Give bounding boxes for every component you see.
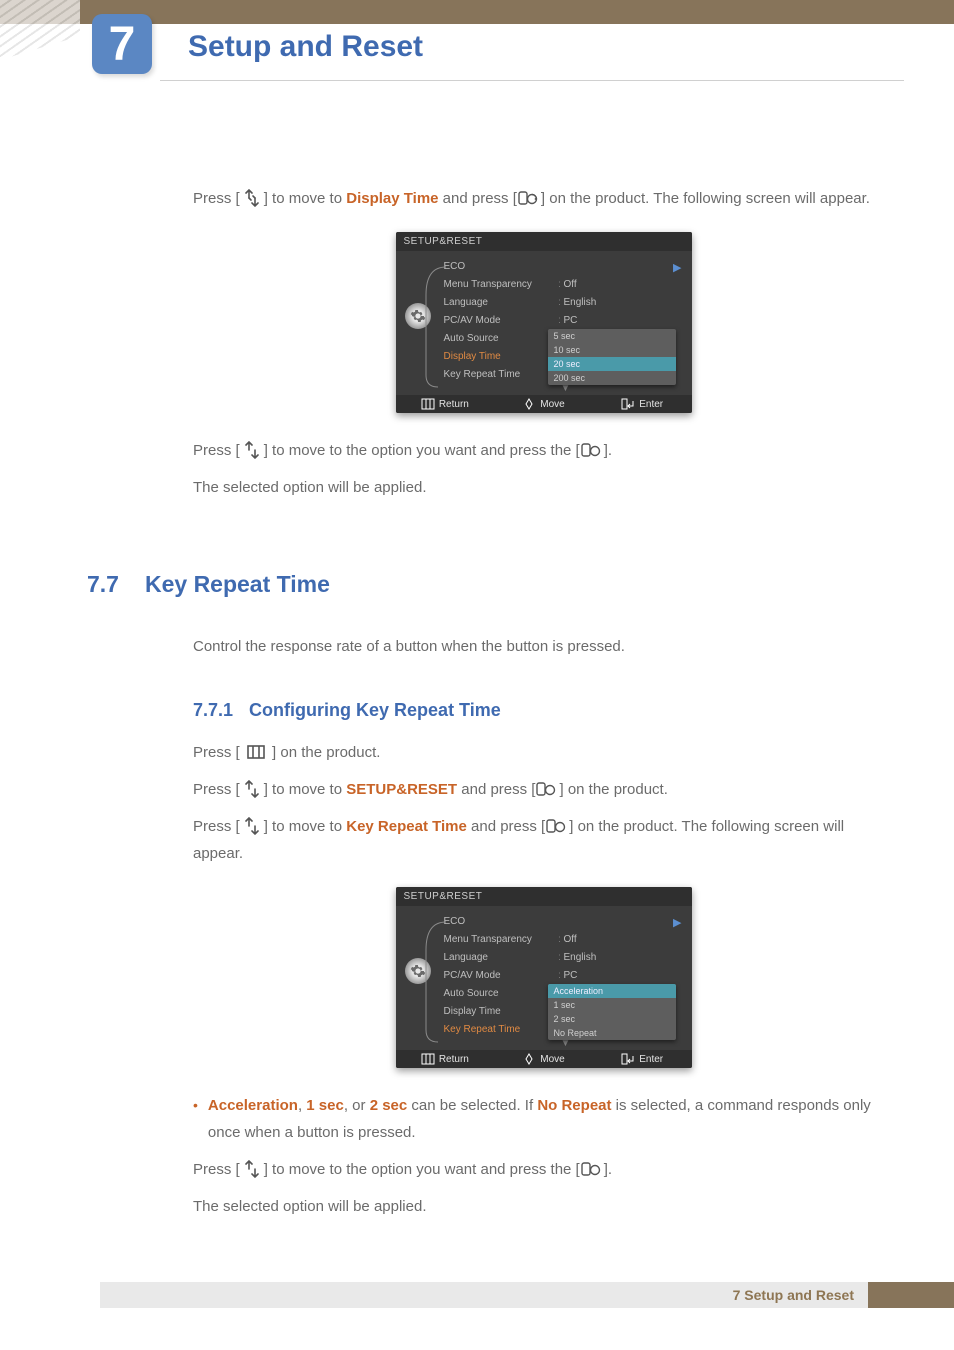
option-2sec: 2 sec bbox=[370, 1097, 408, 1114]
key-repeat-options-note: • Acceleration, 1 sec, or 2 sec can be s… bbox=[193, 1092, 894, 1146]
enter-ring-icon bbox=[517, 189, 541, 207]
enter-ring-icon bbox=[580, 441, 604, 459]
osd-move-hint: Move bbox=[494, 1053, 593, 1065]
dropdown-option: 2 sec bbox=[548, 1012, 676, 1026]
step-2: Press [] to move to SETUP&RESET and pres… bbox=[193, 776, 894, 803]
menu-button-icon bbox=[244, 743, 268, 761]
display-time-ref: Display Time bbox=[346, 190, 438, 207]
osd-enter-hint: Enter bbox=[593, 398, 692, 410]
updown-diamond-icon bbox=[522, 398, 536, 410]
chapter-badge: 7 bbox=[92, 14, 152, 74]
osd-row-label: Language bbox=[444, 952, 556, 963]
diagonal-decoration bbox=[0, 0, 80, 60]
setup-reset-ref: SETUP&RESET bbox=[346, 781, 457, 798]
instruction-applied-2: The selected option will be applied. bbox=[193, 1193, 894, 1220]
enter-ring-icon bbox=[580, 1160, 604, 1178]
osd-enter-hint: Enter bbox=[593, 1053, 692, 1065]
enter-ring-icon bbox=[535, 780, 559, 798]
osd-row-label: ECO bbox=[444, 916, 556, 927]
osd-row-value: PC bbox=[564, 315, 688, 326]
osd-row-label: Auto Source bbox=[444, 988, 556, 999]
instruction-select-option-2: Press [] to move to the option you want … bbox=[193, 1156, 894, 1183]
option-no-repeat: No Repeat bbox=[537, 1097, 611, 1114]
menu-icon bbox=[421, 1053, 435, 1065]
footer-accent bbox=[868, 1282, 954, 1308]
up-down-icon bbox=[240, 817, 264, 835]
osd-header: SETUP&RESET bbox=[396, 232, 692, 251]
osd-row-label-selected: Display Time bbox=[444, 351, 556, 362]
up-down-icon bbox=[240, 780, 264, 798]
dropdown-option: No Repeat bbox=[548, 1026, 676, 1040]
menu-icon bbox=[421, 398, 435, 410]
section-number: 7.7 bbox=[87, 571, 119, 598]
enter-arrow-icon bbox=[621, 1053, 635, 1065]
up-down-icon bbox=[240, 1160, 264, 1178]
osd-row-label: Key Repeat Time bbox=[444, 369, 556, 380]
instruction-display-time: Press [] to move to Display Time and pre… bbox=[193, 185, 894, 212]
section-title: Key Repeat Time bbox=[145, 571, 330, 598]
dropdown-option: 1 sec bbox=[548, 998, 676, 1012]
osd-screenshot-display-time: SETUP&RESET ▶ ECO Menu Transparency:Off … bbox=[396, 232, 692, 413]
osd-header: SETUP&RESET bbox=[396, 887, 692, 906]
dropdown-option-selected: 20 sec bbox=[548, 357, 676, 371]
right-arrow-icon: ▶ bbox=[673, 261, 681, 274]
subsection-title: Configuring Key Repeat Time bbox=[249, 700, 501, 720]
osd-row-label: Auto Source bbox=[444, 333, 556, 344]
subsection-number: 7.7.1 bbox=[193, 700, 233, 720]
osd-row-label-selected: Key Repeat Time bbox=[444, 1024, 556, 1035]
osd-row-label: Menu Transparency bbox=[444, 279, 556, 290]
right-arrow-icon: ▶ bbox=[673, 916, 681, 929]
key-repeat-dropdown: Acceleration 1 sec 2 sec No Repeat bbox=[548, 984, 676, 1040]
enter-arrow-icon bbox=[621, 398, 635, 410]
osd-row-value: Off bbox=[564, 934, 688, 945]
up-down-icon bbox=[240, 189, 264, 207]
osd-return-hint: Return bbox=[396, 398, 495, 410]
chapter-rule bbox=[160, 80, 904, 81]
osd-return-hint: Return bbox=[396, 1053, 495, 1065]
osd-move-hint: Move bbox=[494, 398, 593, 410]
section-description: Control the response rate of a button wh… bbox=[193, 633, 894, 660]
bullet-icon: • bbox=[193, 1092, 198, 1119]
osd-row-value: English bbox=[564, 297, 688, 308]
key-repeat-time-ref: Key Repeat Time bbox=[346, 818, 467, 835]
osd-row-value: PC bbox=[564, 970, 688, 981]
instruction-applied: The selected option will be applied. bbox=[193, 474, 894, 501]
osd-row-value: Off bbox=[564, 279, 688, 290]
osd-row-label: ECO bbox=[444, 261, 556, 272]
osd-row-label: Language bbox=[444, 297, 556, 308]
dropdown-option-selected: Acceleration bbox=[548, 984, 676, 998]
dropdown-option: 200 sec bbox=[548, 371, 676, 385]
osd-row-value: English bbox=[564, 952, 688, 963]
enter-ring-icon bbox=[545, 817, 569, 835]
step-1: Press [ ] on the product. bbox=[193, 739, 894, 766]
instruction-select-option: Press [] to move to the option you want … bbox=[193, 437, 894, 464]
chapter-title: Setup and Reset bbox=[188, 30, 423, 64]
display-time-dropdown: 5 sec 10 sec 20 sec 200 sec bbox=[548, 329, 676, 385]
osd-row-label: PC/AV Mode bbox=[444, 970, 556, 981]
option-1sec: 1 sec bbox=[306, 1097, 344, 1114]
up-down-icon bbox=[240, 441, 264, 459]
osd-screenshot-key-repeat: SETUP&RESET ▶ ECO Menu Transparency:Off … bbox=[396, 887, 692, 1068]
osd-row-label: Menu Transparency bbox=[444, 934, 556, 945]
osd-row-label: Display Time bbox=[444, 1006, 556, 1017]
option-acceleration: Acceleration bbox=[208, 1097, 298, 1114]
dropdown-option: 10 sec bbox=[548, 343, 676, 357]
osd-row-label: PC/AV Mode bbox=[444, 315, 556, 326]
footer-text: 7 Setup and Reset bbox=[733, 1282, 854, 1308]
dropdown-option: 5 sec bbox=[548, 329, 676, 343]
updown-diamond-icon bbox=[522, 1053, 536, 1065]
step-3: Press [] to move to Key Repeat Time and … bbox=[193, 813, 894, 867]
